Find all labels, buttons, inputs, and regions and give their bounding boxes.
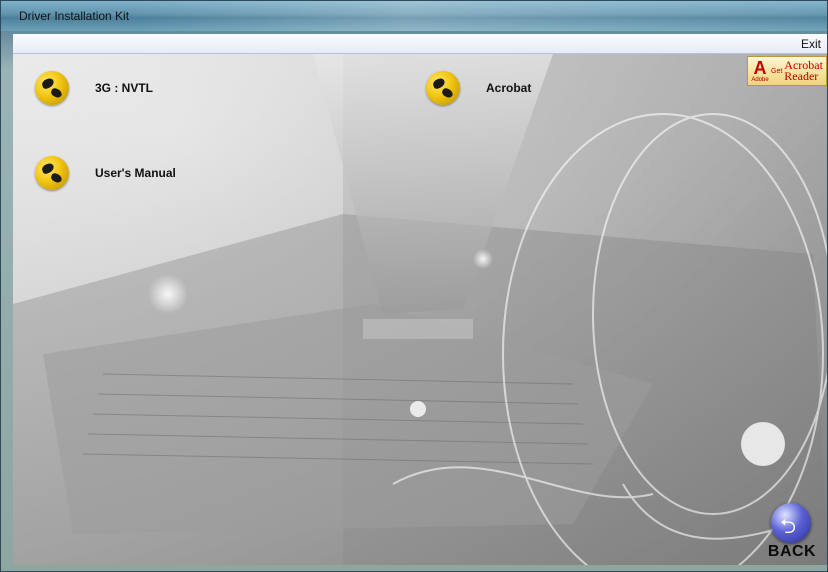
menu-item-exit[interactable]: Exit [801,37,821,51]
item-acrobat[interactable]: Acrobat [426,71,531,105]
item-3g-nvtl-label[interactable]: 3G : NVTL [95,81,153,95]
item-acrobat-label[interactable]: Acrobat [486,81,531,95]
item-users-manual[interactable]: User's Manual [35,156,176,190]
get-acrobat-reader-badge[interactable]: A Adobe Get Acrobat Reader [747,56,827,86]
back-arrow-icon: ⮌ [780,516,797,538]
badge-get-text: Get [771,67,783,75]
item-users-manual-label[interactable]: User's Manual [95,166,176,180]
background-art: 3G : NVTL User's Manual Acrobat A Adobe … [13,54,827,565]
app-window: Driver Installation Kit Exit 3G: NVTL U… [0,0,828,572]
adobe-logo-text: Adobe [751,77,769,83]
back-button[interactable]: ⮌ BACK [763,503,821,561]
title-bar: Driver Installation Kit [1,1,827,31]
globe-icon[interactable] [35,71,69,105]
globe-icon[interactable] [35,156,69,190]
badge-product-name: Acrobat Reader [782,59,823,83]
window-title: Driver Installation Kit [19,9,130,23]
title-bar-glow [131,1,827,31]
laptop-background-image [13,54,827,565]
menu-bar: Exit [13,34,827,54]
badge-line2: Reader [784,69,819,83]
adobe-logo-icon: A Adobe [751,58,769,83]
globe-icon[interactable] [426,71,460,105]
back-label[interactable]: BACK [763,543,821,561]
item-3g-nvtl[interactable]: 3G : NVTL [35,71,153,105]
